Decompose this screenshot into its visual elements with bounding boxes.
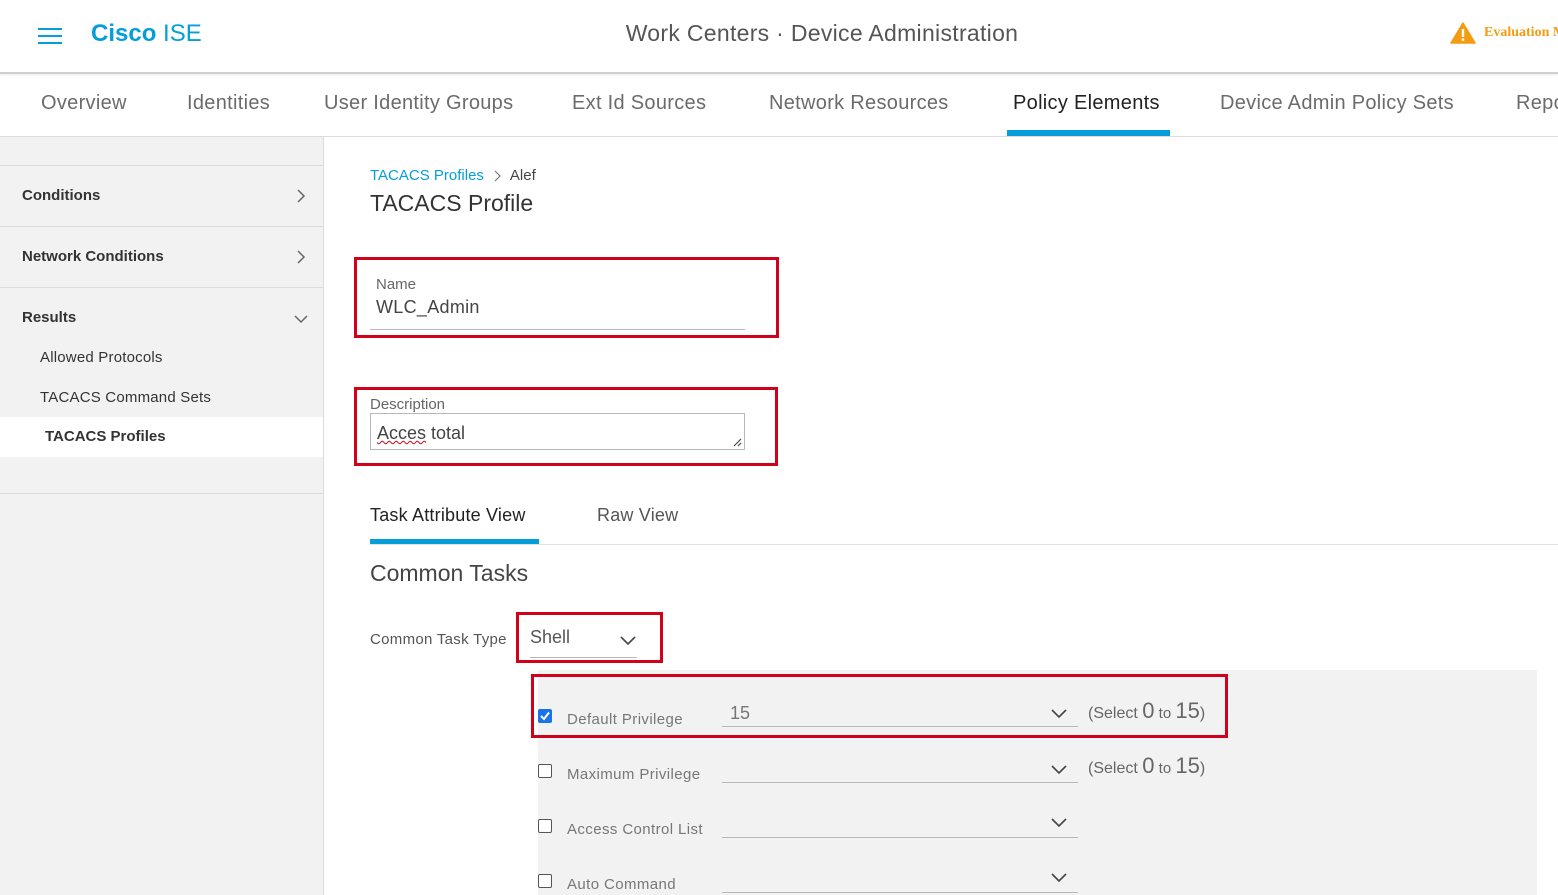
chevron-down-icon [1051, 765, 1067, 775]
tab-raw-view[interactable]: Raw View [597, 505, 678, 526]
tab-identities[interactable]: Identities [187, 92, 270, 115]
sidebar-item-network-conditions[interactable]: Network Conditions [22, 248, 164, 265]
access-control-list-select[interactable] [722, 812, 1078, 838]
name-label: Name [376, 276, 417, 293]
common-tasks-title: Common Tasks [370, 560, 529, 586]
range-min: 0 [1142, 753, 1155, 778]
breadcrumb-current: Alef [509, 167, 536, 184]
tab-user-identity-groups[interactable]: User Identity Groups [324, 92, 513, 115]
tab-reports[interactable]: Repo [1516, 92, 1558, 115]
page-context-title: Work Centers · Device Administration [625, 20, 1019, 46]
auto-command-checkbox[interactable] [538, 874, 552, 888]
range-close: ) [1199, 705, 1206, 722]
sidebar-divider [0, 226, 323, 227]
common-task-type-select[interactable]: Shell [530, 626, 637, 658]
chevron-down-icon [1051, 818, 1067, 828]
common-task-type-label: Common Task Type [370, 631, 507, 648]
chevron-down-icon[interactable] [294, 312, 308, 326]
sidebar-divider [0, 287, 323, 288]
page-title: TACACS Profile [370, 190, 534, 216]
default-privilege-checkbox[interactable] [538, 709, 552, 723]
evaluation-notice[interactable]: Evaluation M [1450, 22, 1558, 44]
range-to: to [1154, 705, 1176, 722]
tab-overview[interactable]: Overview [41, 92, 127, 115]
default-privilege-select[interactable]: 15 [722, 701, 1078, 727]
active-subtab-indicator [370, 539, 539, 544]
resize-handle-icon[interactable] [732, 437, 742, 447]
maximum-privilege-label: Maximum Privilege [567, 766, 701, 783]
warning-triangle-icon [1450, 22, 1476, 44]
range-to: to [1154, 760, 1176, 777]
description-textarea[interactable]: Acces total [370, 413, 745, 450]
tab-task-attribute-view[interactable]: Task Attribute View [370, 505, 526, 526]
range-close: ) [1199, 760, 1206, 777]
tab-policy-elements[interactable]: Policy Elements [1013, 92, 1160, 115]
evaluation-text: Evaluation M [1484, 25, 1558, 40]
active-tab-indicator [1007, 130, 1170, 136]
sidebar-item-conditions[interactable]: Conditions [22, 187, 100, 204]
default-privilege-range: (Select 0 to 15) [1088, 698, 1205, 724]
checkmark-icon [539, 711, 550, 721]
chevron-right-icon [494, 170, 501, 181]
sidebar-item-allowed-protocols[interactable]: Allowed Protocols [40, 349, 163, 366]
app-header: Cisco ISE Work Centers · Device Administ… [0, 0, 1558, 74]
maximum-privilege-select[interactable] [722, 757, 1078, 783]
range-min: 0 [1142, 698, 1155, 723]
description-value: Acces total [377, 423, 465, 444]
sidebar-item-tacacs-profiles[interactable]: TACACS Profiles [0, 417, 323, 457]
tab-device-admin-policy-sets[interactable]: Device Admin Policy Sets [1220, 92, 1454, 115]
range-max: 15 [1175, 698, 1200, 723]
range-open: (Select [1088, 760, 1143, 777]
description-rest: total [426, 423, 466, 443]
breadcrumb: TACACS Profiles Alef [370, 167, 536, 184]
tab-ext-id-sources[interactable]: Ext Id Sources [572, 92, 706, 115]
range-max: 15 [1175, 753, 1200, 778]
maximum-privilege-checkbox[interactable] [538, 764, 552, 778]
auto-command-label: Auto Command [567, 876, 677, 893]
sidebar-item-results[interactable]: Results [22, 309, 76, 326]
default-privilege-label: Default Privilege [567, 711, 684, 728]
description-label: Description [370, 396, 446, 413]
name-field[interactable]: WLC_Admin [376, 297, 480, 318]
top-navigation: Overview Identities User Identity Groups… [0, 76, 1558, 137]
sidebar-divider [0, 493, 323, 494]
chevron-down-icon [1051, 873, 1067, 883]
sidebar: Conditions Network Conditions Results Al… [0, 137, 324, 895]
common-task-type-value: Shell [530, 627, 571, 647]
default-privilege-value: 15 [730, 703, 751, 723]
chevron-right-icon[interactable] [294, 189, 308, 203]
access-control-list-checkbox[interactable] [538, 819, 552, 833]
auto-command-select[interactable] [722, 867, 1078, 893]
chevron-right-icon[interactable] [294, 250, 308, 264]
name-field-underline [370, 329, 745, 330]
subtabs-divider [370, 544, 1558, 545]
chevron-down-icon [1051, 709, 1067, 719]
tab-network-resources[interactable]: Network Resources [769, 92, 949, 115]
chevron-down-icon [620, 636, 636, 646]
misspelled-word: Acces [377, 423, 427, 443]
sidebar-divider [0, 165, 323, 166]
maximum-privilege-range: (Select 0 to 15) [1088, 753, 1205, 779]
breadcrumb-link-tacacs-profiles[interactable]: TACACS Profiles [370, 167, 484, 184]
access-control-list-label: Access Control List [567, 821, 703, 838]
sidebar-item-label: TACACS Profiles [45, 428, 166, 445]
sidebar-item-tacacs-command-sets[interactable]: TACACS Command Sets [40, 389, 211, 406]
range-open: (Select [1088, 705, 1143, 722]
